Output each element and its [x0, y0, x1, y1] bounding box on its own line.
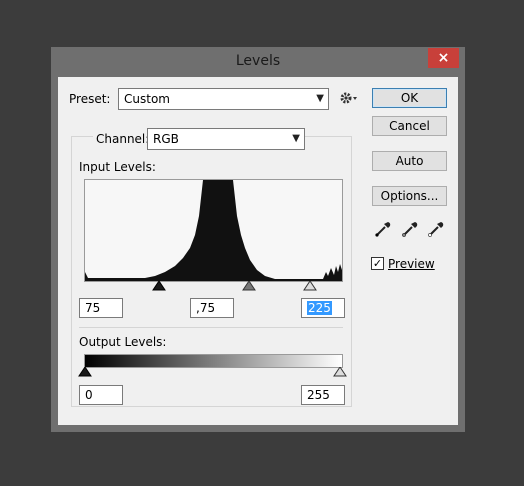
- channel-value: RGB: [153, 132, 179, 146]
- input-black-slider[interactable]: [152, 280, 166, 291]
- input-white-value: 225: [307, 301, 332, 315]
- preview-checkbox[interactable]: ✓: [371, 257, 384, 270]
- eyedropper-white-icon[interactable]: [427, 220, 445, 238]
- close-button[interactable]: ×: [428, 48, 459, 68]
- output-gradient: [84, 354, 343, 368]
- chevron-down-icon: ▼: [316, 93, 324, 104]
- histogram: [84, 179, 343, 282]
- input-white-slider[interactable]: [303, 280, 317, 291]
- input-white-field[interactable]: 225: [301, 298, 345, 318]
- title-bar[interactable]: Levels ×: [51, 47, 465, 77]
- output-white-slider[interactable]: [333, 366, 347, 377]
- input-gamma-slider[interactable]: [242, 280, 256, 291]
- histogram-graph: [85, 180, 342, 281]
- gear-icon[interactable]: [338, 89, 358, 109]
- dialog-body: Preset: Custom ▼ OK Cancel Auto Options.…: [58, 77, 458, 425]
- cancel-button[interactable]: Cancel: [372, 116, 447, 136]
- preview-label[interactable]: Preview: [388, 257, 435, 271]
- preset-value: Custom: [124, 92, 170, 106]
- levels-dialog: Levels × Preset: Custom ▼ OK Cancel Auto…: [51, 47, 465, 432]
- preset-label: Preset:: [69, 92, 111, 106]
- input-black-field[interactable]: 75: [79, 298, 123, 318]
- options-button[interactable]: Options...: [372, 186, 447, 206]
- chevron-down-icon: ▼: [292, 133, 300, 144]
- output-black-slider[interactable]: [78, 366, 92, 377]
- channel-label: Channel:: [93, 132, 153, 146]
- divider: [79, 327, 343, 328]
- window-title: Levels: [235, 53, 281, 69]
- ok-button[interactable]: OK: [372, 88, 447, 108]
- output-levels-label: Output Levels:: [79, 335, 167, 349]
- preset-dropdown[interactable]: Custom ▼: [118, 88, 329, 110]
- channel-dropdown[interactable]: RGB ▼: [147, 128, 305, 150]
- eyedropper-gray-icon[interactable]: [401, 220, 419, 238]
- input-gamma-field[interactable]: ,75: [190, 298, 234, 318]
- eyedropper-black-icon[interactable]: [374, 220, 392, 238]
- output-black-field[interactable]: 0: [79, 385, 123, 405]
- output-white-field[interactable]: 255: [301, 385, 345, 405]
- auto-button[interactable]: Auto: [372, 151, 447, 171]
- input-levels-label: Input Levels:: [79, 160, 156, 174]
